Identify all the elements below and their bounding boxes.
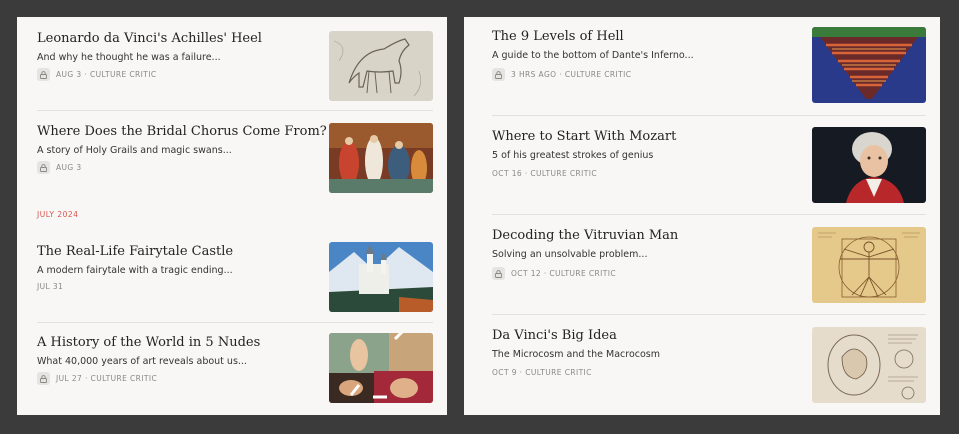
post-item[interactable]: The Real-Life Fairytale Castle A modern …: [37, 230, 433, 322]
vitruvian-man-image: [812, 227, 926, 303]
post-title[interactable]: Leonardo da Vinci's Achilles' Heel: [37, 31, 262, 46]
dante-inferno-image: [812, 27, 926, 103]
post-thumbnail[interactable]: [812, 327, 926, 403]
post-date-author: AUG 3 · CULTURE CRITIC: [56, 70, 157, 79]
post-subtitle: What 40,000 years of art reveals about u…: [37, 356, 247, 367]
fetus-drawing-image: [812, 327, 926, 403]
post-thumbnail[interactable]: [329, 31, 433, 101]
post-item[interactable]: The 9 Levels of Hell A guide to the bott…: [492, 17, 926, 115]
post-date-author: OCT 16 · CULTURE CRITIC: [492, 169, 597, 178]
post-date-author: OCT 9 · CULTURE CRITIC: [492, 368, 592, 377]
lock-icon: [37, 372, 50, 385]
post-meta: 3 HRS AGO · CULTURE CRITIC: [492, 68, 631, 81]
post-item[interactable]: Decoding the Vitruvian Man Solving an un…: [492, 214, 926, 315]
post-meta: JUL 27 · CULTURE CRITIC: [37, 372, 157, 385]
post-item[interactable]: Where to Start With Mozart 5 of his grea…: [492, 115, 926, 215]
post-date: JUL 31: [37, 282, 64, 291]
post-item[interactable]: Da Vinci's Big Idea The Microcosm and th…: [492, 314, 926, 415]
post-title[interactable]: The 9 Levels of Hell: [492, 29, 624, 44]
post-thumbnail[interactable]: [329, 123, 433, 193]
right-post-list: The 9 Levels of Hell A guide to the bott…: [464, 17, 940, 415]
post-title[interactable]: Decoding the Vitruvian Man: [492, 228, 678, 243]
post-title[interactable]: The Real-Life Fairytale Castle: [37, 244, 233, 259]
post-meta: AUG 3 · CULTURE CRITIC: [37, 68, 157, 81]
left-post-list: Leonardo da Vinci's Achilles' Heel And w…: [17, 17, 447, 415]
month-section-label: JULY 2024: [37, 210, 79, 219]
post-meta: AUG 3: [37, 161, 82, 174]
castle-image: [329, 242, 433, 312]
bridal-painting-image: [329, 123, 433, 193]
lock-icon: [37, 68, 50, 81]
post-item[interactable]: Where Does the Bridal Chorus Come From? …: [37, 110, 433, 203]
post-thumbnail[interactable]: [812, 27, 926, 103]
post-meta: JUL 31: [37, 282, 63, 291]
post-thumbnail[interactable]: [329, 333, 433, 403]
post-item[interactable]: A History of the World in 5 Nudes What 4…: [37, 322, 433, 415]
post-subtitle: A modern fairytale with a tragic ending.…: [37, 265, 233, 276]
mozart-portrait-image: [812, 127, 926, 203]
post-subtitle: Solving an unsolvable problem...: [492, 249, 648, 260]
post-date-author: JUL 27 · CULTURE CRITIC: [56, 374, 158, 383]
lock-icon: [492, 267, 505, 280]
post-date-author: 3 HRS AGO · CULTURE CRITIC: [511, 70, 632, 79]
lock-icon: [37, 161, 50, 174]
post-meta: OCT 12 · CULTURE CRITIC: [492, 267, 616, 280]
nudes-collage-image: [329, 333, 433, 403]
post-date-author: OCT 12 · CULTURE CRITIC: [511, 269, 616, 278]
post-title[interactable]: A History of the World in 5 Nudes: [37, 335, 260, 350]
post-thumbnail[interactable]: [812, 227, 926, 303]
post-meta: OCT 16 · CULTURE CRITIC: [492, 169, 597, 178]
horse-sketch-image: [329, 31, 433, 101]
post-subtitle: A story of Holy Grails and magic swans..…: [37, 145, 232, 156]
lock-icon: [492, 68, 505, 81]
post-subtitle: A guide to the bottom of Dante's Inferno…: [492, 50, 694, 61]
post-thumbnail[interactable]: [812, 127, 926, 203]
post-title[interactable]: Where Does the Bridal Chorus Come From?: [37, 124, 327, 139]
post-thumbnail[interactable]: [329, 242, 433, 312]
post-subtitle: 5 of his greatest strokes of genius: [492, 150, 654, 161]
post-date: AUG 3: [56, 163, 82, 172]
post-subtitle: The Microcosm and the Macrocosm: [492, 349, 661, 360]
post-title[interactable]: Da Vinci's Big Idea: [492, 328, 617, 343]
post-item[interactable]: Leonardo da Vinci's Achilles' Heel And w…: [37, 17, 433, 110]
post-subtitle: And why he thought he was a failure...: [37, 52, 221, 63]
post-title[interactable]: Where to Start With Mozart: [492, 129, 676, 144]
post-meta: OCT 9 · CULTURE CRITIC: [492, 368, 592, 377]
